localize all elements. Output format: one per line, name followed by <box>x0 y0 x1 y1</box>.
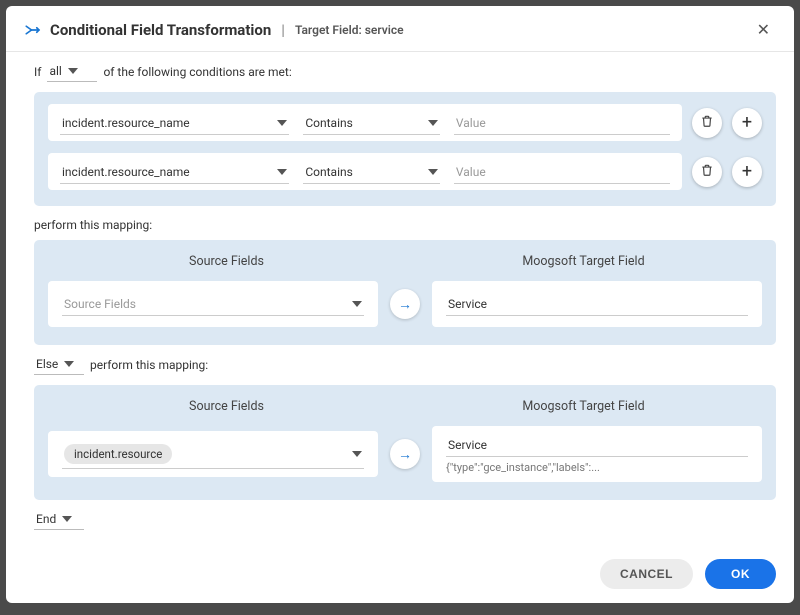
chevron-down-icon <box>352 451 362 457</box>
target-field-card: Service <box>432 281 762 327</box>
target-field-display: Service <box>446 434 748 457</box>
chevron-down-icon <box>64 361 74 367</box>
delete-condition-button[interactable] <box>692 108 722 138</box>
dialog-body: If all of the following conditions are m… <box>6 52 794 551</box>
chevron-down-icon <box>68 68 78 74</box>
condition-value-input[interactable]: Value <box>454 112 670 135</box>
cancel-button[interactable]: CANCEL <box>600 559 693 589</box>
condition-row: incident.resource_name Contains Value <box>48 153 762 190</box>
if-mapping-panel: Source Fields Moogsoft Target Field Sour… <box>34 240 776 345</box>
else-label: Else <box>36 357 58 371</box>
else-suffix: perform this mapping: <box>90 358 208 372</box>
delete-condition-button[interactable] <box>692 157 722 187</box>
condition-operator-select[interactable]: Contains <box>303 161 440 184</box>
merge-icon <box>24 21 42 39</box>
target-field-header: Moogsoft Target Field <box>405 399 762 414</box>
condition-row: incident.resource_name Contains Value <box>48 104 762 141</box>
add-condition-button[interactable]: + <box>732 108 762 138</box>
dialog-title: Conditional Field Transformation <box>50 21 271 39</box>
source-fields-header: Source Fields <box>48 399 405 414</box>
chevron-down-icon <box>352 301 362 307</box>
dialog-footer: CANCEL OK <box>6 551 794 603</box>
if-prefix: If <box>34 65 41 79</box>
end-clause: End <box>34 510 776 530</box>
target-field-display: Service <box>446 293 748 316</box>
dialog: Conditional Field Transformation | Targe… <box>6 6 794 603</box>
arrow-right-icon: → <box>390 289 420 319</box>
ok-button[interactable]: OK <box>705 559 776 589</box>
quantifier-select[interactable]: all <box>47 62 97 82</box>
if-suffix: of the following conditions are met: <box>103 65 291 79</box>
mapping-row: incident.resource → Service {"type":"gce… <box>48 426 762 482</box>
plus-icon: + <box>742 163 752 181</box>
quantifier-value: all <box>49 64 61 78</box>
target-field-preview: {"type":"gce_instance","labels":... <box>446 461 748 474</box>
chevron-down-icon <box>277 120 287 126</box>
target-field-header: Moogsoft Target Field <box>405 254 762 269</box>
condition-field-select[interactable]: incident.resource_name <box>60 112 289 135</box>
trash-icon <box>700 114 714 132</box>
condition-card: incident.resource_name Contains Value <box>48 153 682 190</box>
else-mapping-panel: Source Fields Moogsoft Target Field inci… <box>34 385 776 500</box>
close-button[interactable]: ✕ <box>751 18 776 41</box>
chevron-down-icon <box>62 516 72 522</box>
mapping-row: Source Fields → Service <box>48 281 762 327</box>
add-condition-button[interactable]: + <box>732 157 762 187</box>
condition-card: incident.resource_name Contains Value <box>48 104 682 141</box>
chevron-down-icon <box>428 120 438 126</box>
chevron-down-icon <box>277 169 287 175</box>
else-clause: Else perform this mapping: <box>34 355 776 375</box>
conditions-panel: incident.resource_name Contains Value <box>34 92 776 206</box>
source-fields-card: Source Fields <box>48 281 378 327</box>
condition-operator-select[interactable]: Contains <box>303 112 440 135</box>
condition-field-select[interactable]: incident.resource_name <box>60 161 289 184</box>
arrow-right-icon: → <box>390 439 420 469</box>
target-field-label: Target Field: service <box>295 23 404 37</box>
if-clause: If all of the following conditions are m… <box>34 62 776 82</box>
condition-value-input[interactable]: Value <box>454 161 670 184</box>
source-fields-card: incident.resource <box>48 431 378 477</box>
source-field-chip: incident.resource <box>64 444 172 464</box>
source-fields-select[interactable]: Source Fields <box>62 293 364 316</box>
perform-mapping-label: perform this mapping: <box>34 218 776 232</box>
else-select[interactable]: Else <box>34 355 84 375</box>
title-divider: | <box>281 21 285 39</box>
end-select[interactable]: End <box>34 510 84 530</box>
trash-icon <box>700 163 714 181</box>
end-label: End <box>36 512 56 526</box>
target-field-card: Service {"type":"gce_instance","labels":… <box>432 426 762 482</box>
mapping-headers: Source Fields Moogsoft Target Field <box>48 254 762 269</box>
source-fields-select[interactable]: incident.resource <box>62 440 364 469</box>
dialog-header: Conditional Field Transformation | Targe… <box>6 6 794 52</box>
chevron-down-icon <box>428 169 438 175</box>
source-fields-header: Source Fields <box>48 254 405 269</box>
plus-icon: + <box>742 114 752 132</box>
mapping-headers: Source Fields Moogsoft Target Field <box>48 399 762 414</box>
